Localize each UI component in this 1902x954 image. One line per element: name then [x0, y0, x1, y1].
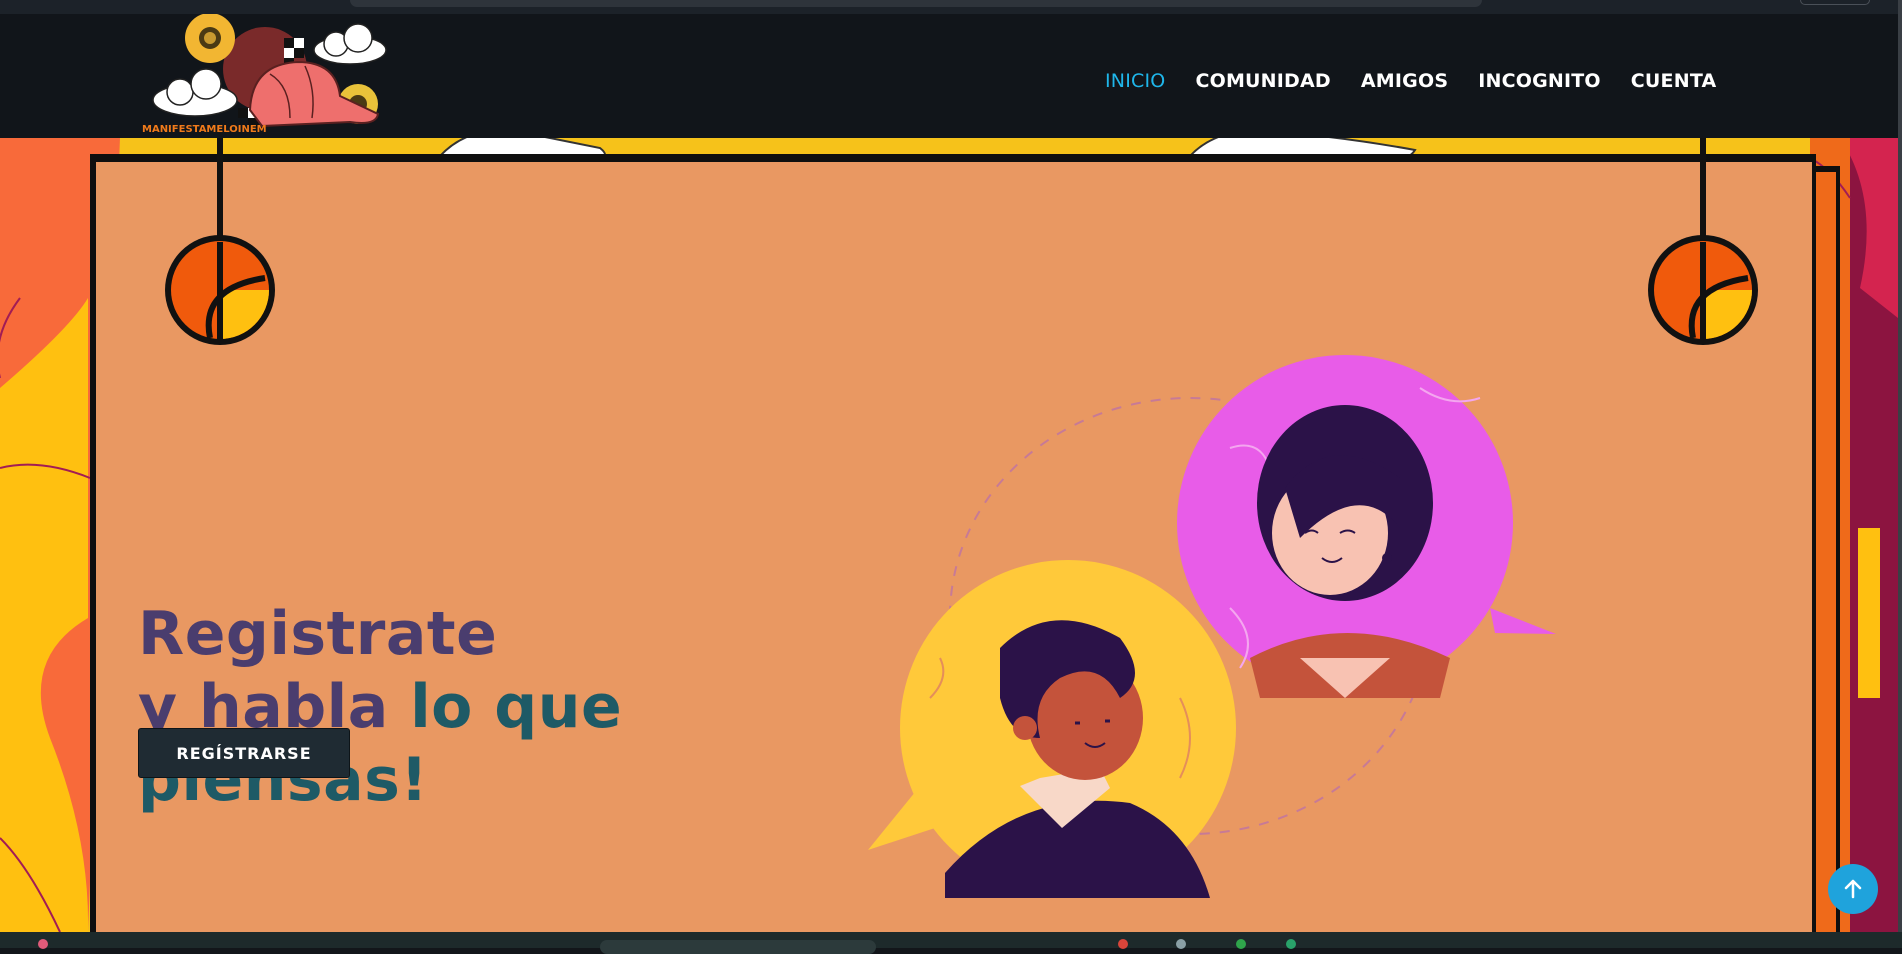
headline-line-2b: lo que	[410, 672, 623, 742]
browser-control[interactable]	[1800, 0, 1870, 5]
nav-item-inicio[interactable]: INICIO	[1105, 70, 1165, 92]
sunflower-icon	[185, 13, 235, 63]
arrow-up-icon	[1844, 879, 1862, 899]
scroll-to-top-button[interactable]	[1828, 864, 1878, 914]
browser-address-bar[interactable]	[350, 0, 1482, 7]
browser-top-strip	[0, 0, 1902, 14]
taskbar-search[interactable]	[600, 940, 876, 954]
site-navbar: MANIFESTAMELOINEM INICIO COMUNIDAD AMIGO…	[0, 13, 1898, 138]
site-logo[interactable]: MANIFESTAMELOINEM	[140, 13, 400, 138]
nav-item-incognito[interactable]: INCOGNITO	[1478, 70, 1601, 92]
nav-item-cuenta[interactable]: CUENTA	[1631, 70, 1717, 92]
logo-text: MANIFESTAMELOINEM	[142, 124, 267, 135]
register-button[interactable]: REGÍSTRARSE	[138, 728, 350, 778]
page-scrollbar[interactable]	[1898, 0, 1902, 932]
nav-item-amigos[interactable]: AMIGOS	[1361, 70, 1448, 92]
headline-line-1: Registrate	[138, 599, 498, 669]
nav-item-comunidad[interactable]: COMUNIDAD	[1195, 70, 1330, 92]
hero-section: Registrate y habla lo que piensas! REGÍS…	[0, 138, 1898, 932]
main-nav: INICIO COMUNIDAD AMIGOS INCOGNITO CUENTA	[1105, 70, 1746, 92]
logo-art: MANIFESTAMELOINEM	[142, 13, 387, 135]
hero-headline: Registrate y habla lo que piensas!	[138, 598, 622, 817]
cloud-icon	[313, 23, 387, 65]
os-taskbar	[0, 932, 1902, 954]
